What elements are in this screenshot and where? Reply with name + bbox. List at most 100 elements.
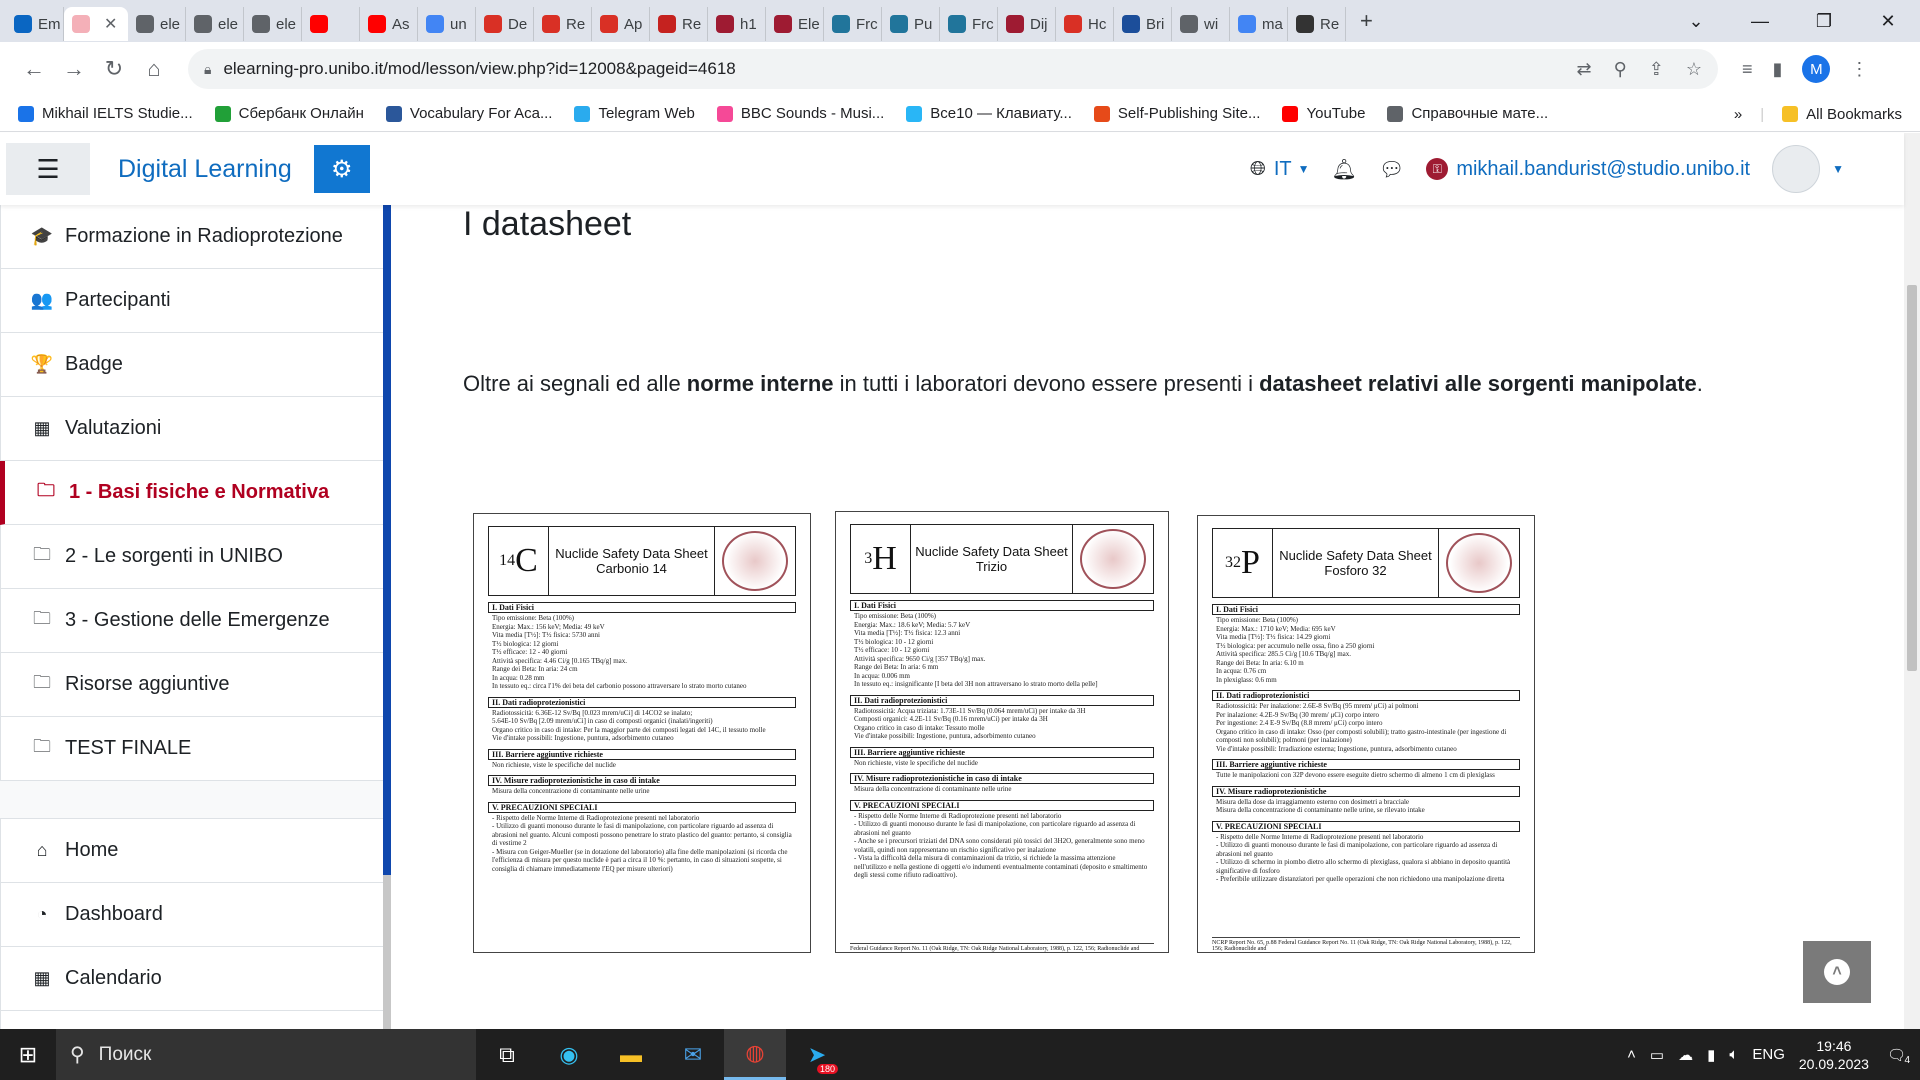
bookmark-item[interactable]: Сбербанк Онлайн — [214, 105, 364, 122]
bookmark-item[interactable]: Mikhail IELTS Studie... — [18, 105, 193, 122]
browser-tab[interactable]: ele — [128, 7, 186, 41]
user-avatar[interactable] — [1772, 145, 1821, 193]
browser-tab[interactable]: Re — [650, 7, 708, 41]
bookmark-item[interactable]: Справочные мате... — [1387, 105, 1548, 122]
clock[interactable]: 19:46 20.09.2023 — [1799, 1037, 1869, 1073]
datasheet-section-heading: II. Dati radioprotezionistici — [488, 696, 796, 708]
zoom-icon[interactable]: ⚲ — [1614, 59, 1627, 80]
telegram-icon[interactable]: ➤ 180 — [786, 1029, 848, 1080]
bookmark-item[interactable]: YouTube — [1282, 105, 1365, 122]
sidebar-item-table[interactable]: ▦ Valutazioni — [0, 397, 384, 461]
side-panel-icon[interactable]: ▮ — [1773, 59, 1783, 80]
tray-overflow-icon[interactable]: ˄ — [1627, 1046, 1636, 1063]
edge-icon[interactable]: ◉ — [538, 1029, 600, 1080]
reload-icon[interactable]: ↻ — [94, 49, 134, 89]
file-explorer-icon[interactable]: ▬ — [600, 1029, 662, 1080]
browser-tab[interactable]: ma — [1230, 7, 1288, 41]
page-scrollbar[interactable] — [1904, 133, 1920, 1029]
browser-tab[interactable]: ele — [244, 7, 302, 41]
browser-menu-icon[interactable]: ⋮ — [1850, 59, 1868, 80]
notifications-bell-icon[interactable]: 🔔︎ — [1332, 157, 1357, 182]
browser-tab[interactable]: Em — [6, 7, 64, 41]
bookmark-item[interactable]: Vocabulary For Aca... — [385, 105, 552, 122]
browser-tab[interactable]: wi — [1172, 7, 1230, 41]
bookmark-item[interactable]: Все10 — Клавиату... — [906, 105, 1072, 122]
sidebar-item-dashboard[interactable]: ◔ Dashboard — [0, 883, 384, 947]
sidebar-item-home[interactable]: ⌂ Home — [0, 819, 384, 883]
mail-icon[interactable]: ✉ — [662, 1029, 724, 1080]
browser-tab[interactable]: Ele — [766, 7, 824, 41]
chrome-icon[interactable]: ◍ — [724, 1029, 786, 1080]
back-to-top-button[interactable]: ˄ — [1803, 941, 1871, 1003]
sidebar-item-folder[interactable]: 🗀 TEST FINALE — [0, 717, 384, 781]
network-icon[interactable]: ▭ — [1650, 1046, 1664, 1064]
share-icon[interactable]: ⇪ — [1649, 59, 1664, 80]
browser-tab[interactable]: Hc — [1056, 7, 1114, 41]
task-view-icon[interactable]: ⧉ — [476, 1029, 538, 1080]
browser-tab[interactable]: Pu — [882, 7, 940, 41]
tab-search-icon[interactable]: ⌄ — [1664, 11, 1728, 32]
drawer-toggle-button[interactable]: ☰ — [6, 143, 90, 195]
browser-tab[interactable]: Re — [534, 7, 592, 41]
onedrive-icon[interactable]: ☁ — [1678, 1046, 1693, 1064]
sidebar-item-calendar[interactable]: ▦ Calendario — [0, 947, 384, 1011]
back-icon[interactable]: ← — [14, 49, 54, 89]
browser-tab[interactable]: Ap — [592, 7, 650, 41]
taskbar-search[interactable]: ⚲ Поиск — [56, 1029, 476, 1080]
page-scrollbar-thumb[interactable] — [1907, 285, 1917, 671]
notifications-center-icon[interactable]: 🗨︎ 4 — [1887, 1046, 1910, 1066]
drawer-scrollbar-thumb[interactable] — [383, 875, 391, 1029]
drawer-scrollbar[interactable] — [383, 205, 391, 1029]
browser-tab[interactable]: h1 — [708, 7, 766, 41]
browser-tab[interactable]: ele — [186, 7, 244, 41]
user-menu[interactable]: ⚿ mikhail.bandurist@studio.unibo.it — [1426, 158, 1750, 181]
site-info-icon[interactable]: 🔒︎ — [204, 61, 211, 78]
user-menu-caret-icon[interactable]: ▼ — [1832, 162, 1844, 176]
minimize-button[interactable]: — — [1728, 11, 1792, 32]
browser-tab[interactable]: Frc — [824, 7, 882, 41]
site-brand[interactable]: Digital Learning — [118, 155, 292, 184]
bookmarks-overflow-icon[interactable]: » — [1734, 106, 1742, 123]
reading-list-icon[interactable]: ≡ — [1742, 59, 1753, 80]
windows-start-icon[interactable]: ⊞ — [0, 1029, 56, 1080]
browser-tab[interactable]: Bri — [1114, 7, 1172, 41]
bookmark-item[interactable]: Self-Publishing Site... — [1093, 105, 1260, 122]
input-language[interactable]: ENG — [1752, 1046, 1785, 1063]
browser-tab[interactable]: Re — [1288, 7, 1346, 41]
profile-avatar[interactable]: M — [1802, 55, 1831, 83]
tab-close-icon[interactable]: ✕ — [104, 14, 117, 34]
volume-icon[interactable]: 🔈︎ — [1729, 1046, 1738, 1063]
close-window-button[interactable]: ✕ — [1856, 11, 1920, 32]
sidebar-item-folder[interactable]: 🗀 3 - Gestione delle Emergenze — [0, 589, 384, 653]
browser-tab[interactable]: ✕ — [64, 7, 128, 41]
browser-tab[interactable]: Dij — [998, 7, 1056, 41]
browser-tab[interactable]: un — [418, 7, 476, 41]
tab-favicon-icon — [310, 15, 328, 33]
home-icon[interactable]: ⌂ — [134, 49, 174, 89]
messages-icon[interactable]: 💬︎ — [1379, 157, 1404, 182]
bookmark-star-icon[interactable]: ☆ — [1686, 59, 1702, 80]
language-menu[interactable]: 🌐︎ IT ▼ — [1250, 158, 1310, 181]
new-tab-button[interactable]: + — [1346, 8, 1387, 34]
settings-gear-icon[interactable]: ⚙ — [313, 145, 370, 193]
maximize-button[interactable]: ❐ — [1792, 11, 1856, 32]
browser-tab[interactable]: As — [360, 7, 418, 41]
sidebar-item-users[interactable]: 👥 Partecipanti — [0, 269, 384, 333]
battery-icon[interactable]: ▮ — [1707, 1046, 1715, 1064]
sidebar-item-file[interactable]: ▤File personali — [0, 1011, 384, 1029]
sidebar-item-folder[interactable]: 🗀 1 - Basi fisiche e Normativa — [0, 461, 384, 525]
sidebar-item-folder[interactable]: 🗀 Risorse aggiuntive — [0, 653, 384, 717]
sidebar-item-graduation-cap[interactable]: 🎓 Formazione in Radioprotezione — [0, 205, 384, 269]
browser-tab[interactable]: Frc — [940, 7, 998, 41]
translate-icon[interactable]: ⇄ — [1576, 59, 1591, 80]
address-bar[interactable]: 🔒︎ elearning-pro.unibo.it/mod/lesson/vie… — [188, 49, 1718, 89]
sidebar-item-folder[interactable]: 🗀 2 - Le sorgenti in UNIBO — [0, 525, 384, 589]
all-bookmarks-button[interactable]: All Bookmarks — [1782, 106, 1902, 123]
bookmark-item[interactable]: Telegram Web — [574, 105, 695, 122]
browser-tab[interactable]: De — [476, 7, 534, 41]
forward-icon[interactable]: → — [54, 49, 94, 89]
url-text[interactable]: elearning-pro.unibo.it/mod/lesson/view.p… — [223, 59, 735, 79]
browser-tab[interactable] — [302, 7, 360, 41]
sidebar-item-trophy[interactable]: 🏆 Badge — [0, 333, 384, 397]
bookmark-item[interactable]: BBC Sounds - Musi... — [716, 105, 884, 122]
